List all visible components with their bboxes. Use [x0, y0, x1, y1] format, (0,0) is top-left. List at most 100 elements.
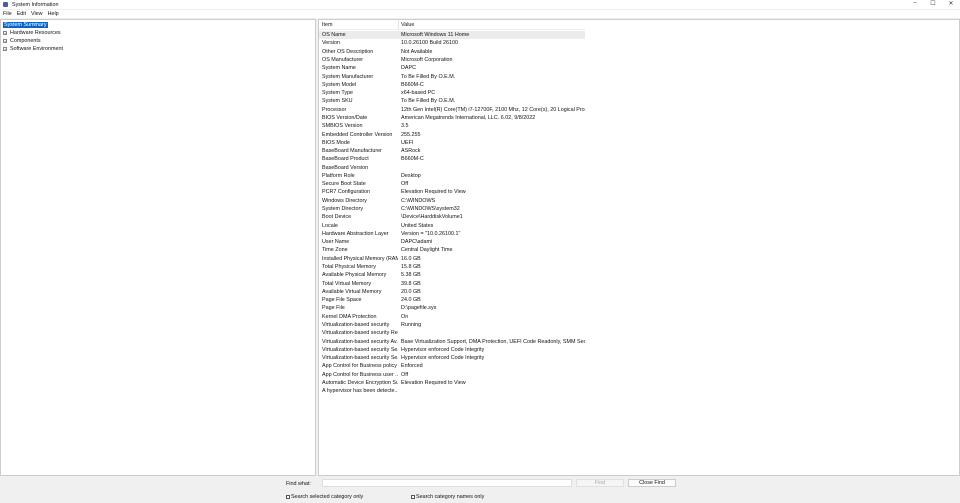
- table-row[interactable]: System Name DAPC: [319, 64, 585, 72]
- row-value: D:\pagefile.sys: [401, 305, 437, 312]
- search-category-names-checkbox[interactable]: Search category names only: [411, 494, 484, 500]
- table-row[interactable]: Available Physical Memory 5.38 GB: [319, 271, 585, 279]
- table-row[interactable]: SMBIOS Version 3.5: [319, 122, 585, 130]
- row-value: DAPC\adami: [401, 239, 433, 246]
- table-row[interactable]: System SKU To Be Filled By O.E.M.: [319, 97, 585, 105]
- table-row[interactable]: OS Manufacturer Microsoft Corporation: [319, 56, 585, 64]
- table-row[interactable]: Automatic Device Encryption Su... Elevati…: [319, 379, 585, 387]
- row-item: Platform Role: [322, 172, 355, 179]
- table-row[interactable]: Time Zone Central Daylight Time: [319, 246, 585, 254]
- menu-help[interactable]: Help: [48, 11, 59, 17]
- tree-item-system-summary[interactable]: System Summary: [3, 21, 48, 28]
- row-value: Desktop: [401, 172, 421, 179]
- row-item: System Name: [322, 65, 356, 72]
- expand-icon[interactable]: +: [3, 38, 7, 43]
- row-value: Hypervisor enforced Code Integrity: [401, 355, 485, 362]
- row-item: Secure Boot State: [322, 181, 366, 188]
- row-item: Boot Device: [322, 214, 352, 221]
- column-divider[interactable]: [398, 20, 399, 30]
- table-row[interactable]: Virtualization-based security Re...: [319, 329, 585, 337]
- close-button[interactable]: ✕: [942, 0, 960, 7]
- row-item: Installed Physical Memory (RAM): [322, 255, 398, 262]
- table-row[interactable]: Page File D:\pagefile.sys: [319, 304, 585, 312]
- table-row[interactable]: Other OS Description Not Available: [319, 48, 585, 56]
- row-value: C:\WINDOWS\system32: [401, 206, 460, 213]
- table-row[interactable]: Kernel DMA Protection On: [319, 313, 585, 321]
- table-row[interactable]: Embedded Controller Version 255.255: [319, 130, 585, 138]
- table-row[interactable]: Total Virtual Memory 39.8 GB: [319, 279, 585, 287]
- table-row[interactable]: BaseBoard Manufacturer ASRock: [319, 147, 585, 155]
- table-row[interactable]: Installed Physical Memory (RAM) 16.0 GB: [319, 255, 585, 263]
- table-row[interactable]: Virtualization-based security Av... Base …: [319, 337, 585, 345]
- row-item: BIOS Mode: [322, 139, 350, 146]
- table-row[interactable]: Virtualization-based security Running: [319, 321, 585, 329]
- table-row[interactable]: System Manufacturer To Be Filled By O.E.M…: [319, 72, 585, 80]
- table-row[interactable]: System Directory C:\WINDOWS\system32: [319, 205, 585, 213]
- table-row[interactable]: BaseBoard Product B660M-C: [319, 155, 585, 163]
- checkbox-icon[interactable]: [286, 495, 290, 499]
- find-input[interactable]: [322, 479, 572, 487]
- table-row[interactable]: A hypervisor has been detecte...: [319, 387, 585, 395]
- table-row[interactable]: Boot Device \Device\HarddiskVolume1: [319, 213, 585, 221]
- table-row[interactable]: Page File Space 24.0 GB: [319, 296, 585, 304]
- row-value: Running: [401, 321, 422, 328]
- table-row[interactable]: OS Name Microsoft Windows 11 Home: [319, 31, 585, 40]
- table-row[interactable]: App Control for Business user ... Off: [319, 370, 585, 378]
- menu-bar: File Edit View Help: [0, 10, 960, 18]
- table-row[interactable]: User Name DAPC\adami: [319, 238, 585, 246]
- menu-edit[interactable]: Edit: [17, 11, 26, 17]
- column-header-item[interactable]: Item: [322, 22, 332, 28]
- table-row[interactable]: BIOS Mode UEFI: [319, 139, 585, 147]
- table-row[interactable]: Total Physical Memory 15.8 GB: [319, 263, 585, 271]
- find-button[interactable]: Find: [576, 479, 624, 487]
- table-row[interactable]: System Type x64-based PC: [319, 89, 585, 97]
- row-item: Other OS Description: [322, 48, 374, 55]
- row-value: Base Virtualization Support, DMA Protect…: [401, 338, 585, 345]
- row-item: System Type: [322, 90, 354, 97]
- table-row[interactable]: Locale United States: [319, 221, 585, 229]
- table-row[interactable]: System Model B660M-C: [319, 81, 585, 89]
- row-item: Virtualization-based security Se...: [322, 355, 398, 362]
- checkbox-icon[interactable]: [411, 495, 415, 499]
- row-item: Virtualization-based security Re...: [322, 330, 398, 337]
- search-selected-category-checkbox[interactable]: Search selected category only: [286, 494, 363, 500]
- row-value: DAPC: [401, 65, 416, 72]
- expand-icon[interactable]: +: [3, 46, 7, 51]
- expand-icon[interactable]: +: [3, 30, 7, 35]
- row-item: Automatic Device Encryption Su...: [322, 379, 398, 386]
- tree-item-hardware-resources[interactable]: + Hardware Resources: [3, 29, 61, 36]
- menu-view[interactable]: View: [31, 11, 43, 17]
- table-row[interactable]: App Control for Business policy Enforced: [319, 362, 585, 370]
- table-row[interactable]: Platform Role Desktop: [319, 172, 585, 180]
- table-row[interactable]: PCR7 Configuration Elevation Required to …: [319, 188, 585, 196]
- tree-item-components[interactable]: + Components: [3, 37, 41, 44]
- table-row[interactable]: Version 10.0.26100 Build 26100: [319, 39, 585, 47]
- row-item: Page File: [322, 305, 345, 312]
- row-item: System SKU: [322, 98, 353, 105]
- row-value: American Megatrends International, LLC. …: [401, 114, 536, 121]
- menu-file[interactable]: File: [3, 11, 12, 17]
- table-row[interactable]: Windows Directory C:\WINDOWS: [319, 197, 585, 205]
- close-find-button[interactable]: Close Find: [628, 479, 676, 487]
- table-row[interactable]: Virtualization-based security Se... Hyper…: [319, 354, 585, 362]
- table-row[interactable]: Processor 12th Gen Intel(R) Core(TM) i7-1…: [319, 106, 585, 114]
- column-header-value[interactable]: Value: [401, 22, 414, 28]
- table-row[interactable]: Virtualization-based security Se... Hyper…: [319, 346, 585, 354]
- row-item: Virtualization-based security Av...: [322, 338, 398, 345]
- maximize-button[interactable]: ☐: [924, 0, 942, 7]
- tree-item-software-environment[interactable]: + Software Environment: [3, 45, 63, 52]
- minimize-button[interactable]: –: [906, 0, 924, 7]
- row-value: 255.255: [401, 131, 421, 138]
- tree-item-label: Software Environment: [10, 45, 64, 52]
- table-row[interactable]: BIOS Version/Date American Megatrends Int…: [319, 114, 585, 122]
- row-value: 10.0.26100 Build 26100: [401, 40, 458, 47]
- row-item: PCR7 Configuration: [322, 189, 370, 196]
- table-row[interactable]: Hardware Abstraction Layer Version = "10.…: [319, 230, 585, 238]
- table-row[interactable]: Available Virtual Memory 20.0 GB: [319, 288, 585, 296]
- row-item: App Control for Business user ...: [322, 371, 398, 378]
- row-value: Off: [401, 371, 409, 378]
- table-row[interactable]: Secure Boot State Off: [319, 180, 585, 188]
- row-value: Elevation Required to View: [401, 379, 466, 386]
- table-row[interactable]: BaseBoard Version: [319, 163, 585, 171]
- row-item: Available Virtual Memory: [322, 288, 382, 295]
